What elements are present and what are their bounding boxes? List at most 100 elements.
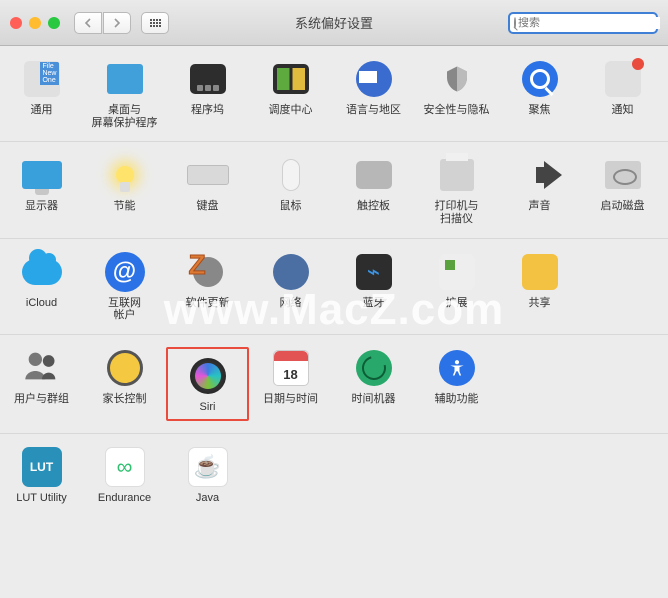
- dock-icon: [187, 58, 229, 100]
- search-input[interactable]: [518, 17, 660, 29]
- prefpane-label: 共享: [529, 297, 551, 310]
- siri-icon: [187, 355, 229, 397]
- keyboard-icon: [187, 154, 229, 196]
- prefpane-label: 键盘: [197, 200, 219, 213]
- prefpane-label: 启动磁盘: [601, 200, 645, 213]
- prefpane-time-machine[interactable]: 时间机器: [332, 347, 415, 422]
- prefpane-label: 家长控制: [103, 393, 147, 406]
- mouse-icon: [270, 154, 312, 196]
- prefpane-label: 声音: [529, 200, 551, 213]
- prefpane-endurance[interactable]: ∞Endurance: [83, 446, 166, 505]
- prefpane-dock[interactable]: 程序坞: [166, 58, 249, 129]
- prefpane-label: 蓝牙: [363, 297, 385, 310]
- prefpane-users[interactable]: 用户与群组: [0, 347, 83, 422]
- network-icon: [270, 251, 312, 293]
- users-icon: [21, 347, 63, 389]
- prefpane-keyboard[interactable]: 键盘: [166, 154, 249, 225]
- general-icon: [21, 58, 63, 100]
- prefpane-trackpad[interactable]: 触控板: [332, 154, 415, 225]
- prefpane-label: 程序坞: [191, 104, 224, 117]
- prefpane-displays[interactable]: 显示器: [0, 154, 83, 225]
- minimize-button[interactable]: [29, 17, 41, 29]
- prefpane-label: 鼠标: [280, 200, 302, 213]
- prefpane-label: 打印机与 扫描仪: [435, 200, 479, 225]
- prefpane-label: 通用: [31, 104, 53, 117]
- prefpane-extensions[interactable]: 扩展: [415, 251, 498, 322]
- sharing-icon: [519, 251, 561, 293]
- prefpane-label: 软件更新: [186, 297, 230, 310]
- zoom-button[interactable]: [48, 17, 60, 29]
- startup-disk-icon: [602, 154, 644, 196]
- energy-icon: [104, 154, 146, 196]
- prefpane-label: 节能: [114, 200, 136, 213]
- internet-accounts-icon: @: [104, 251, 146, 293]
- parental-icon: [104, 347, 146, 389]
- forward-button[interactable]: [103, 12, 131, 34]
- prefpane-parental[interactable]: 家长控制: [83, 347, 166, 422]
- prefpane-mission-control[interactable]: 调度中心: [249, 58, 332, 129]
- prefpane-software-update[interactable]: 软件更新: [166, 251, 249, 322]
- prefpane-desktop[interactable]: 桌面与 屏幕保护程序: [83, 58, 166, 129]
- prefpane-sharing[interactable]: 共享: [498, 251, 581, 322]
- prefpane-network[interactable]: 网络: [249, 251, 332, 322]
- prefpane-bluetooth[interactable]: ⌁蓝牙: [332, 251, 415, 322]
- back-button[interactable]: [74, 12, 102, 34]
- software-update-icon: [187, 251, 229, 293]
- prefpane-label: 网络: [280, 297, 302, 310]
- prefpane-date-time[interactable]: 日期与时间: [249, 347, 332, 422]
- prefpane-label: 触控板: [357, 200, 390, 213]
- prefpane-label: 互联网 帐户: [108, 297, 141, 322]
- prefpane-label: 聚焦: [529, 104, 551, 117]
- prefpane-mouse[interactable]: 鼠标: [249, 154, 332, 225]
- prefpane-notifications[interactable]: 通知: [581, 58, 664, 129]
- trackpad-icon: [353, 154, 395, 196]
- close-button[interactable]: [10, 17, 22, 29]
- icloud-icon: [21, 251, 63, 293]
- desktop-icon: [104, 58, 146, 100]
- lut-utility-icon: LUT: [21, 446, 63, 488]
- prefpane-label: 桌面与 屏幕保护程序: [92, 104, 158, 129]
- prefpane-label: 辅助功能: [435, 393, 479, 406]
- prefpane-accessibility[interactable]: 辅助功能: [415, 347, 498, 422]
- printers-icon: [436, 154, 478, 196]
- prefpane-spotlight[interactable]: 聚焦: [498, 58, 581, 129]
- prefpane-lut-utility[interactable]: LUT LUT Utility: [0, 446, 83, 505]
- search-field[interactable]: [508, 12, 658, 34]
- prefpane-label: 语言与地区: [346, 104, 401, 117]
- preferences-grid: 通用 桌面与 屏幕保护程序 程序坞 调度中心语言与地区 安全性与隐私 聚焦 通知显示器 节能 键…: [0, 46, 668, 517]
- security-icon: [436, 58, 478, 100]
- prefpane-java[interactable]: Java: [166, 446, 249, 505]
- prefpane-label: Siri: [200, 401, 216, 414]
- window-title: 系统偏好设置: [295, 13, 373, 32]
- prefpane-label: Endurance: [98, 492, 151, 505]
- extensions-icon: [436, 251, 478, 293]
- displays-icon: [21, 154, 63, 196]
- prefpane-label: iCloud: [26, 297, 57, 310]
- prefpane-energy[interactable]: 节能: [83, 154, 166, 225]
- prefpane-startup-disk[interactable]: 启动磁盘: [581, 154, 664, 225]
- prefpane-label: 用户与群组: [14, 393, 69, 406]
- prefpane-printers[interactable]: 打印机与 扫描仪: [415, 154, 498, 225]
- java-icon: [187, 446, 229, 488]
- prefpane-label: 时间机器: [352, 393, 396, 406]
- prefpane-label: LUT Utility: [16, 492, 67, 505]
- show-all-button[interactable]: [141, 12, 169, 34]
- accessibility-icon: [436, 347, 478, 389]
- prefpane-icloud[interactable]: iCloud: [0, 251, 83, 322]
- window-controls: [10, 17, 60, 29]
- mission-control-icon: [270, 58, 312, 100]
- prefpane-sound[interactable]: 声音: [498, 154, 581, 225]
- language-icon: [353, 58, 395, 100]
- sound-icon: [519, 154, 561, 196]
- prefpane-internet-accounts[interactable]: @ 互联网 帐户: [83, 251, 166, 322]
- prefpane-label: 显示器: [25, 200, 58, 213]
- prefpane-label: 安全性与隐私: [424, 104, 490, 117]
- prefpane-security[interactable]: 安全性与隐私: [415, 58, 498, 129]
- grid-icon: [150, 19, 161, 27]
- prefpane-general[interactable]: 通用: [0, 58, 83, 129]
- prefpane-siri[interactable]: Siri: [166, 347, 249, 422]
- prefpane-language[interactable]: 语言与地区: [332, 58, 415, 129]
- notifications-icon: [602, 58, 644, 100]
- prefpane-label: 通知: [612, 104, 634, 117]
- prefpane-label: Java: [196, 492, 219, 505]
